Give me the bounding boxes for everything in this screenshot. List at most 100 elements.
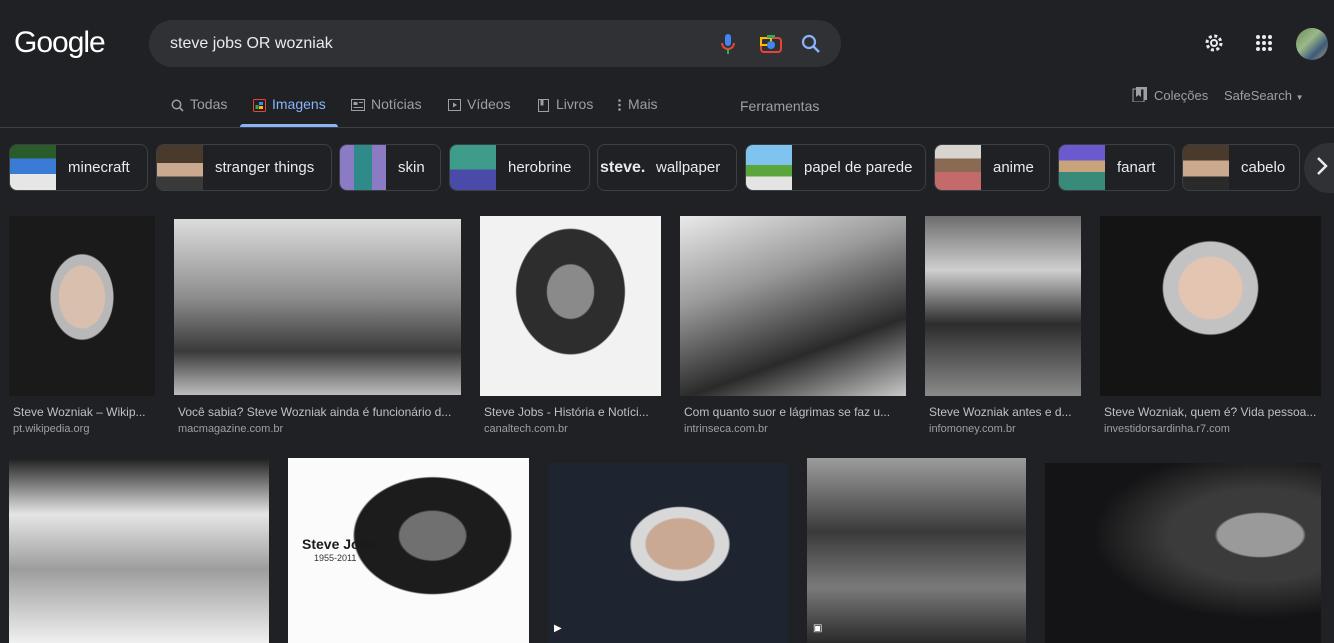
result-source: intrinseca.com.br: [684, 423, 768, 435]
tab-livros[interactable]: Livros: [536, 96, 593, 126]
safesearch-button[interactable]: SafeSearch ▼: [1224, 88, 1303, 103]
result-image[interactable]: [480, 216, 661, 396]
result-image[interactable]: [174, 219, 461, 395]
chips-next-button[interactable]: [1304, 143, 1334, 193]
play-icon: ▶: [554, 623, 562, 634]
search-icon: [170, 98, 184, 112]
chip-logo-text: steve.: [600, 158, 646, 176]
result-title[interactable]: Com quanto suor e lágrimas se faz u...: [684, 405, 906, 419]
chip-fanart[interactable]: fanart: [1058, 144, 1175, 191]
chip-thumbnail: [746, 145, 792, 190]
result-image[interactable]: ▶: [548, 463, 788, 643]
tab-imagens[interactable]: Imagens: [240, 96, 338, 127]
image-result[interactable]: Steve Wozniak – Wikip... pt.wikipedia.or…: [9, 216, 155, 436]
chip-cabelo[interactable]: cabelo: [1182, 144, 1300, 191]
image-result[interactable]: Você sabia? Steve Wozniak ainda é funcio…: [174, 216, 461, 436]
tab-label: Mais: [628, 96, 658, 112]
result-image[interactable]: [925, 216, 1081, 396]
image-result[interactable]: Com quanto suor e lágrimas se faz u... i…: [680, 216, 906, 436]
chip-label: wallpaper: [656, 159, 721, 176]
image-caption-name: Steve Jobs: [302, 536, 376, 552]
chip-skin[interactable]: skin: [339, 144, 441, 191]
tab-mais[interactable]: Mais: [617, 96, 658, 126]
search-box[interactable]: [149, 20, 841, 67]
result-title[interactable]: Steve Jobs - História e Notíci...: [484, 405, 659, 419]
result-image[interactable]: [1045, 463, 1321, 643]
tab-label: Imagens: [272, 96, 326, 112]
image-result[interactable]: [1045, 463, 1321, 643]
google-logo[interactable]: Google: [14, 26, 106, 60]
search-icon[interactable]: [799, 32, 823, 56]
apps-icon[interactable]: [1251, 30, 1277, 56]
tab-label: Todas: [190, 96, 228, 112]
chip-thumbnail: [1183, 145, 1229, 190]
settings-icon[interactable]: [1201, 30, 1227, 56]
result-title[interactable]: Steve Wozniak – Wikip...: [13, 405, 153, 419]
avatar[interactable]: [1296, 28, 1328, 60]
chip-papel-de-parede[interactable]: papel de parede: [745, 144, 926, 191]
collections-label: Coleções: [1154, 88, 1209, 103]
chip-herobrine[interactable]: herobrine: [449, 144, 590, 191]
mic-icon[interactable]: [716, 32, 740, 56]
image-result[interactable]: ▣: [807, 458, 1026, 643]
chip-label: minecraft: [68, 159, 130, 176]
chip-anime[interactable]: anime: [934, 144, 1050, 191]
tab-label: Notícias: [371, 96, 422, 112]
chip-label: stranger things: [215, 159, 315, 176]
tab-label: Vídeos: [467, 96, 511, 112]
news-icon: [351, 98, 365, 112]
bookmark-icon: [1132, 86, 1148, 105]
book-icon: [536, 98, 550, 112]
result-image[interactable]: [9, 216, 155, 396]
tab-label: Livros: [556, 96, 594, 112]
result-source: canaltech.com.br: [484, 423, 568, 435]
camera-icon[interactable]: [759, 32, 783, 56]
caret-down-icon: ▼: [1295, 93, 1304, 102]
result-title[interactable]: Steve Wozniak, quem é? Vida pessoa...: [1104, 405, 1321, 419]
chip-label: cabelo: [1241, 159, 1286, 176]
search-tabs: Todas Imagens Notícias Vídeos Livros Mai…: [0, 86, 1334, 128]
more-icon: [617, 98, 622, 112]
result-title[interactable]: Steve Wozniak antes e d...: [929, 405, 1079, 419]
tab-noticias[interactable]: Notícias: [351, 96, 422, 126]
chip-stranger-things[interactable]: stranger things: [156, 144, 332, 191]
chip-thumbnail: [157, 145, 203, 190]
chip-wallpaper[interactable]: steve. wallpaper: [597, 144, 737, 191]
result-image[interactable]: Steve Jobs 1955-2011: [288, 458, 529, 643]
image-result[interactable]: Steve Wozniak, quem é? Vida pessoa... in…: [1100, 216, 1321, 436]
chip-thumbnail: [935, 145, 981, 190]
header: Google: [0, 0, 1334, 88]
chip-minecraft[interactable]: minecraft: [9, 144, 148, 191]
image-result[interactable]: Steve Wozniak antes e d... infomoney.com…: [925, 216, 1081, 436]
collections-button[interactable]: Coleções: [1132, 86, 1208, 105]
result-image[interactable]: [9, 459, 269, 643]
tools-button[interactable]: Ferramentas: [740, 98, 819, 114]
chip-thumbnail: [340, 145, 386, 190]
result-image[interactable]: [680, 216, 906, 396]
result-image[interactable]: ▣: [807, 458, 1026, 643]
result-title[interactable]: Você sabia? Steve Wozniak ainda é funcio…: [178, 405, 461, 419]
related-chips: minecraft stranger things skin herobrine…: [0, 143, 1334, 193]
video-icon: [447, 98, 461, 112]
chip-thumbnail: [450, 145, 496, 190]
image-icon: [252, 98, 266, 112]
search-input[interactable]: [170, 32, 710, 56]
chip-label: skin: [398, 159, 425, 176]
chip-label: herobrine: [508, 159, 572, 176]
result-source: investidorsardinha.r7.com: [1104, 423, 1230, 435]
chip-label: anime: [993, 159, 1034, 176]
image-result[interactable]: ▶: [548, 463, 788, 643]
image-result[interactable]: Steve Jobs 1955-2011: [288, 458, 529, 643]
image-icon: ▣: [813, 623, 823, 634]
image-caption-years: 1955-2011: [314, 553, 357, 563]
image-result[interactable]: Steve Jobs - História e Notíci... canalt…: [480, 216, 661, 436]
image-result[interactable]: [9, 459, 269, 643]
chevron-right-icon: [1316, 156, 1328, 181]
tab-todas[interactable]: Todas: [170, 96, 227, 126]
chip-thumbnail: [1059, 145, 1105, 190]
chip-label: fanart: [1117, 159, 1156, 176]
result-image[interactable]: [1100, 216, 1321, 396]
tab-videos[interactable]: Vídeos: [447, 96, 511, 126]
result-source: pt.wikipedia.org: [13, 423, 90, 435]
chip-label: papel de parede: [804, 159, 913, 176]
